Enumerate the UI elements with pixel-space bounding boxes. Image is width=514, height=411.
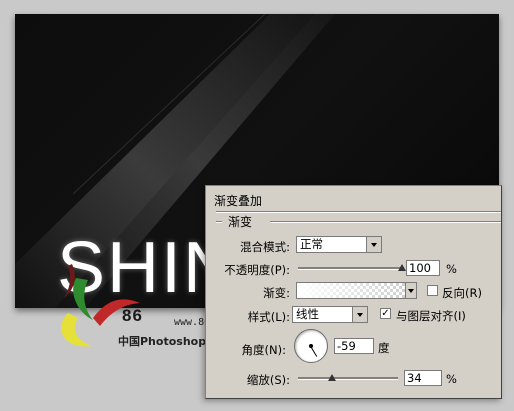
logo-number: 86	[122, 306, 143, 325]
gradient-overlay-panel: 渐变叠加 渐变 混合模式: 正常 不透明度(P): 100 % 渐变: 反向(R…	[205, 185, 502, 399]
align-with-layer-checkbox[interactable]: ✓	[380, 308, 391, 319]
reverse-label: 反向(R)	[442, 286, 482, 300]
chevron-down-icon	[352, 307, 367, 322]
group-border-right	[270, 221, 501, 223]
scale-slider-thumb[interactable]	[328, 374, 336, 381]
scale-input[interactable]: 34	[404, 370, 442, 386]
group-title: 渐变	[228, 215, 253, 229]
gradient-dropdown-button[interactable]	[405, 282, 417, 299]
opacity-slider-track[interactable]	[298, 267, 402, 270]
angle-label: 角度(N):	[241, 343, 286, 357]
group-border-left	[216, 221, 222, 223]
angle-unit: 度	[378, 341, 390, 355]
reverse-checkbox[interactable]	[427, 285, 438, 296]
chevron-down-icon	[366, 237, 381, 252]
opacity-input[interactable]: 100	[406, 260, 440, 276]
panel-title: 渐变叠加	[214, 194, 263, 208]
scale-unit: %	[446, 372, 457, 386]
angle-input[interactable]: -59	[334, 338, 374, 354]
scale-label: 缩放(S):	[246, 373, 290, 387]
gradient-picker[interactable]	[296, 282, 406, 299]
opacity-label: 不透明度(P):	[224, 263, 290, 277]
title-divider	[216, 211, 501, 213]
gradient-label: 渐变:	[263, 286, 290, 300]
chevron-down-icon	[405, 283, 416, 298]
opacity-slider-thumb[interactable]	[398, 264, 406, 271]
opacity-unit: %	[446, 262, 457, 276]
style-label: 样式(L):	[247, 310, 290, 324]
scale-slider-track[interactable]	[298, 377, 398, 380]
style-select[interactable]: 线性	[292, 306, 368, 323]
blend-mode-select[interactable]: 正常	[296, 236, 382, 253]
angle-dial-center	[309, 344, 313, 348]
blend-mode-label: 混合模式:	[240, 240, 290, 254]
blend-mode-value: 正常	[300, 237, 323, 251]
align-with-layer-label: 与图层对齐(I)	[396, 309, 466, 323]
style-value: 线性	[296, 307, 319, 321]
angle-dial[interactable]	[294, 329, 328, 363]
